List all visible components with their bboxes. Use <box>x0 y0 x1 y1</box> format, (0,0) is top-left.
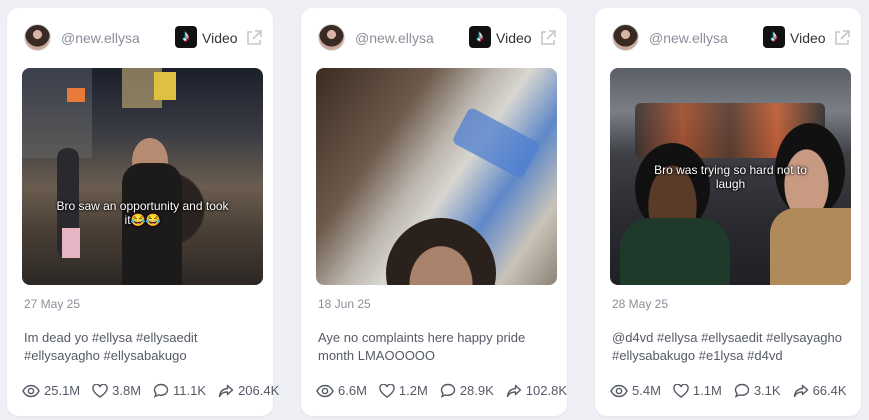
avatar[interactable] <box>318 24 345 51</box>
video-card[interactable]: @new.ellysa ♪ Video Bro was trying so ha… <box>595 8 861 416</box>
avatar[interactable] <box>24 24 51 51</box>
thumbnail-caption: Bro saw an opportunity and took it😂😂 <box>56 199 229 227</box>
stats-row: 6.6M 1.2M 28.9K 102.8K <box>316 383 567 398</box>
content-type-label: Video <box>202 30 238 46</box>
post-date: 18 Jun 25 <box>318 297 371 311</box>
stats-row: 25.1M 3.8M 11.1K 206.4K <box>22 383 279 398</box>
post-description: @d4vd #ellysa #ellysaedit #ellysayagho #… <box>612 330 843 363</box>
tiktok-icon: ♪ <box>175 26 197 48</box>
comment-icon <box>153 383 169 398</box>
views-count: 6.6M <box>338 383 367 398</box>
thumbnail-caption: Bro was trying so hard not to laugh <box>654 163 807 191</box>
views-count: 25.1M <box>44 383 81 398</box>
share-icon <box>793 384 808 397</box>
video-thumbnail[interactable]: Bro saw an opportunity and took it😂😂 <box>22 68 263 285</box>
views-stat: 25.1M <box>22 383 80 398</box>
external-link-icon[interactable] <box>245 29 263 47</box>
card-header: @new.ellysa ♪ Video <box>7 8 273 66</box>
likes-stat: 1.2M <box>379 383 428 398</box>
comments-count: 3.1K <box>753 383 781 398</box>
video-thumbnail[interactable] <box>316 68 557 285</box>
comments-count: 11.1K <box>173 383 207 398</box>
stats-row: 5.4M 1.1M 3.1K 66.4K <box>610 383 847 398</box>
share-icon <box>218 384 234 397</box>
video-thumbnail[interactable]: Bro was trying so hard not to laugh <box>610 68 851 285</box>
content-type-label: Video <box>496 30 532 46</box>
heart-icon <box>92 383 108 398</box>
shares-count: 102.8K <box>525 383 567 398</box>
shares-stat: 66.4K <box>793 383 847 398</box>
comment-icon <box>440 383 456 398</box>
likes-stat: 3.8M <box>92 383 141 398</box>
tiktok-icon: ♪ <box>763 26 785 48</box>
shares-count: 206.4K <box>238 383 280 398</box>
comments-stat: 28.9K <box>440 383 494 398</box>
views-stat: 6.6M <box>316 383 367 398</box>
post-description: Aye no complaints here happy pride month… <box>318 330 526 363</box>
shares-count: 66.4K <box>812 383 847 398</box>
tiktok-icon: ♪ <box>469 26 491 48</box>
comments-count: 28.9K <box>459 383 494 398</box>
comment-icon <box>734 383 750 398</box>
video-card[interactable]: @new.ellysa ♪ Video Bro saw an opportuni… <box>7 8 279 416</box>
post-date: 27 May 25 <box>24 297 81 311</box>
shares-stat: 102.8K <box>506 383 567 398</box>
heart-icon <box>379 383 395 398</box>
external-link-icon[interactable] <box>539 29 557 47</box>
card-header: @new.ellysa ♪ Video <box>595 8 861 66</box>
comments-stat: 3.1K <box>734 383 781 398</box>
heart-icon <box>673 383 689 398</box>
likes-stat: 1.1M <box>673 383 722 398</box>
share-icon <box>506 384 521 397</box>
eye-icon <box>610 384 628 397</box>
video-card[interactable]: @new.ellysa ♪ Video 18 Jun 25 Aye no com… <box>301 8 567 416</box>
likes-count: 1.2M <box>398 383 428 398</box>
content-type-label: Video <box>790 30 826 46</box>
account-handle[interactable]: @new.ellysa <box>355 30 434 46</box>
views-stat: 5.4M <box>610 383 661 398</box>
account-handle[interactable]: @new.ellysa <box>649 30 728 46</box>
views-count: 5.4M <box>632 383 661 398</box>
external-link-icon[interactable] <box>833 29 851 47</box>
likes-count: 3.8M <box>112 383 142 398</box>
post-description: Im dead yo #ellysa #ellysaedit #ellysaya… <box>24 330 198 363</box>
avatar[interactable] <box>612 24 639 51</box>
comments-stat: 11.1K <box>153 383 206 398</box>
card-header: @new.ellysa ♪ Video <box>301 8 567 66</box>
eye-icon <box>316 384 334 397</box>
shares-stat: 206.4K <box>218 383 279 398</box>
likes-count: 1.1M <box>692 383 722 398</box>
eye-icon <box>22 384 40 397</box>
post-date: 28 May 25 <box>612 297 669 311</box>
account-handle[interactable]: @new.ellysa <box>61 30 140 46</box>
